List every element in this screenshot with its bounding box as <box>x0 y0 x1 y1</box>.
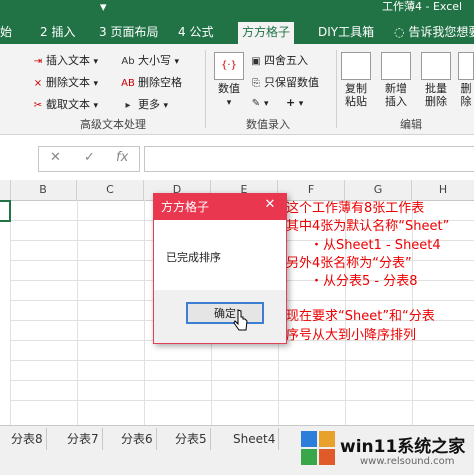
round-icon: ▣ <box>251 56 261 67</box>
insert-rows-icon <box>381 52 411 80</box>
cancel-icon[interactable]: ✕ <box>50 150 61 165</box>
insert-text-label: 插入文本 <box>46 54 90 67</box>
grid-line <box>10 380 474 381</box>
more-button[interactable]: ▸ 更多 ▾ <box>120 96 168 112</box>
active-cell-indicator <box>0 200 11 222</box>
watermark-brand: win11系统之家 <box>340 437 466 457</box>
group-label-number: 数值录入 <box>246 118 290 131</box>
extract-text-icon: ✂ <box>33 100 43 111</box>
keep-values-icon: ⎘ <box>252 78 260 89</box>
delete-text-button[interactable]: ⨯ 删除文本 ▾ <box>32 74 98 90</box>
case-button[interactable]: Ab 大小写 ▾ <box>120 52 179 68</box>
number-tools-row[interactable]: ✎ ▾ + ▾ <box>250 96 303 109</box>
column-header-b[interactable]: B <box>10 180 77 200</box>
grid-line <box>10 200 11 425</box>
mouse-pointer-icon <box>233 309 248 331</box>
watermark-url: www.relsound.com <box>360 456 455 467</box>
round-label: 四舍五入 <box>264 54 308 67</box>
close-icon[interactable]: ✕ <box>262 197 278 212</box>
value-label: 数值 <box>218 82 240 95</box>
batch-delete-icon <box>421 52 451 80</box>
case-icon: Ab <box>121 56 135 67</box>
copy-paste-button[interactable]: 复制粘贴 <box>340 52 372 108</box>
note-line-3: ・从Sheet1 - Sheet4 <box>310 238 441 253</box>
tab-fangfang[interactable]: 方方格子 <box>238 22 295 44</box>
insert-new-button[interactable]: 新增插入 <box>380 52 412 108</box>
remove-spaces-label: 删除空格 <box>138 76 182 89</box>
sheet-tab-sheet4[interactable]: Sheet4 <box>230 428 280 450</box>
note-line-5: ・从分表5 - 分表8 <box>310 274 418 289</box>
formula-input[interactable] <box>144 146 474 172</box>
round-button[interactable]: ▣ 四舍五入 <box>250 52 308 68</box>
group-separator <box>205 50 206 128</box>
grid-line <box>10 360 474 361</box>
extract-text-label: 截取文本 <box>46 98 90 111</box>
sheet-tab-fenbiao7[interactable]: 分表7 <box>64 428 103 450</box>
bulb-icon: ◌ <box>394 25 405 39</box>
dialog-title: 方方格子 <box>161 200 210 214</box>
case-label: 大小写 <box>138 54 171 67</box>
group-label-text: 高级文本处理 <box>80 118 146 131</box>
ok-button[interactable]: 确定 <box>186 302 264 324</box>
column-header-f[interactable]: F <box>278 180 345 200</box>
value-icon: {·} <box>214 52 244 80</box>
delete-icon <box>458 52 474 80</box>
more-label: 更多 <box>138 98 160 111</box>
keep-values-button[interactable]: ⎘ 只保留数值 <box>250 74 319 90</box>
remove-spaces-button[interactable]: AB 删除空格 <box>120 74 182 90</box>
batch-delete-label: 批量删除 <box>425 82 447 108</box>
window-title: 工作薄4 - Excel <box>382 0 463 13</box>
dialog-message: 已完成排序 <box>166 251 221 264</box>
tab-home[interactable]: 始 <box>0 22 12 44</box>
tab-insert[interactable]: 2 插入 <box>40 22 75 44</box>
note-line-6: 现在要求“Sheet”和“分表 <box>286 309 435 324</box>
group-separator <box>336 50 337 128</box>
grid-line <box>10 400 474 401</box>
column-header-h[interactable]: H <box>412 180 474 200</box>
batch-delete-button[interactable]: 批量删除 <box>420 52 452 108</box>
sheet-tab-fenbiao6[interactable]: 分表6 <box>118 428 157 450</box>
function-icon[interactable]: fx <box>116 150 128 165</box>
delete-label: 删除 <box>460 82 472 108</box>
sheet-tab-fenbiao5[interactable]: 分表5 <box>172 428 211 450</box>
insert-text-icon: ⇥ <box>33 56 43 67</box>
note-line-2: 其中4张为默认名称“Sheet” <box>286 219 450 234</box>
tab-page-layout[interactable]: 3 页面布局 <box>99 22 158 44</box>
tell-me-label: 告诉我您想要 <box>408 25 474 39</box>
grid-line <box>144 200 145 425</box>
delete-text-icon: ⨯ <box>33 78 43 89</box>
group-label-edit: 编辑 <box>400 118 422 131</box>
delete-button[interactable]: 删除 <box>458 52 474 108</box>
note-line-4: 另外4张名称为“分表” <box>286 256 412 271</box>
windows-logo-icon <box>301 431 335 465</box>
column-header-g[interactable]: G <box>345 180 412 200</box>
value-button[interactable]: {·} 数值 ▾ <box>212 52 246 110</box>
tab-formulas[interactable]: 4 公式 <box>178 22 213 44</box>
tab-tell-me[interactable]: ◌ 告诉我您想要 <box>394 22 474 44</box>
quick-access-dropdown-icon[interactable]: ▾ <box>100 0 107 15</box>
plus-icon: + <box>286 96 296 109</box>
note-line-1: 这个工作薄有8张工作表 <box>286 201 425 216</box>
note-line-7: 序号从大到小降序排列 <box>286 328 417 343</box>
sheet-tab-fenbiao8[interactable]: 分表8 <box>8 428 47 450</box>
remove-spaces-icon: AB <box>121 78 135 89</box>
watermark: win11系统之家 www.relsound.com <box>300 422 474 474</box>
tab-diy-toolbox[interactable]: DIY工具箱 <box>318 22 374 44</box>
delete-text-label: 删除文本 <box>46 76 90 89</box>
pen-icon: ✎ <box>251 98 261 109</box>
clipboard-icon <box>341 52 371 80</box>
insert-new-label: 新增插入 <box>385 82 407 108</box>
enter-icon[interactable]: ✓ <box>84 150 95 165</box>
keep-values-label: 只保留数值 <box>264 76 319 89</box>
more-icon: ▸ <box>125 100 131 111</box>
insert-text-button[interactable]: ⇥ 插入文本 ▾ <box>32 52 98 68</box>
column-header-c[interactable]: C <box>77 180 144 200</box>
extract-text-button[interactable]: ✂ 截取文本 ▾ <box>32 96 98 112</box>
grid-line <box>77 200 78 425</box>
copy-paste-label: 复制粘贴 <box>345 82 367 108</box>
